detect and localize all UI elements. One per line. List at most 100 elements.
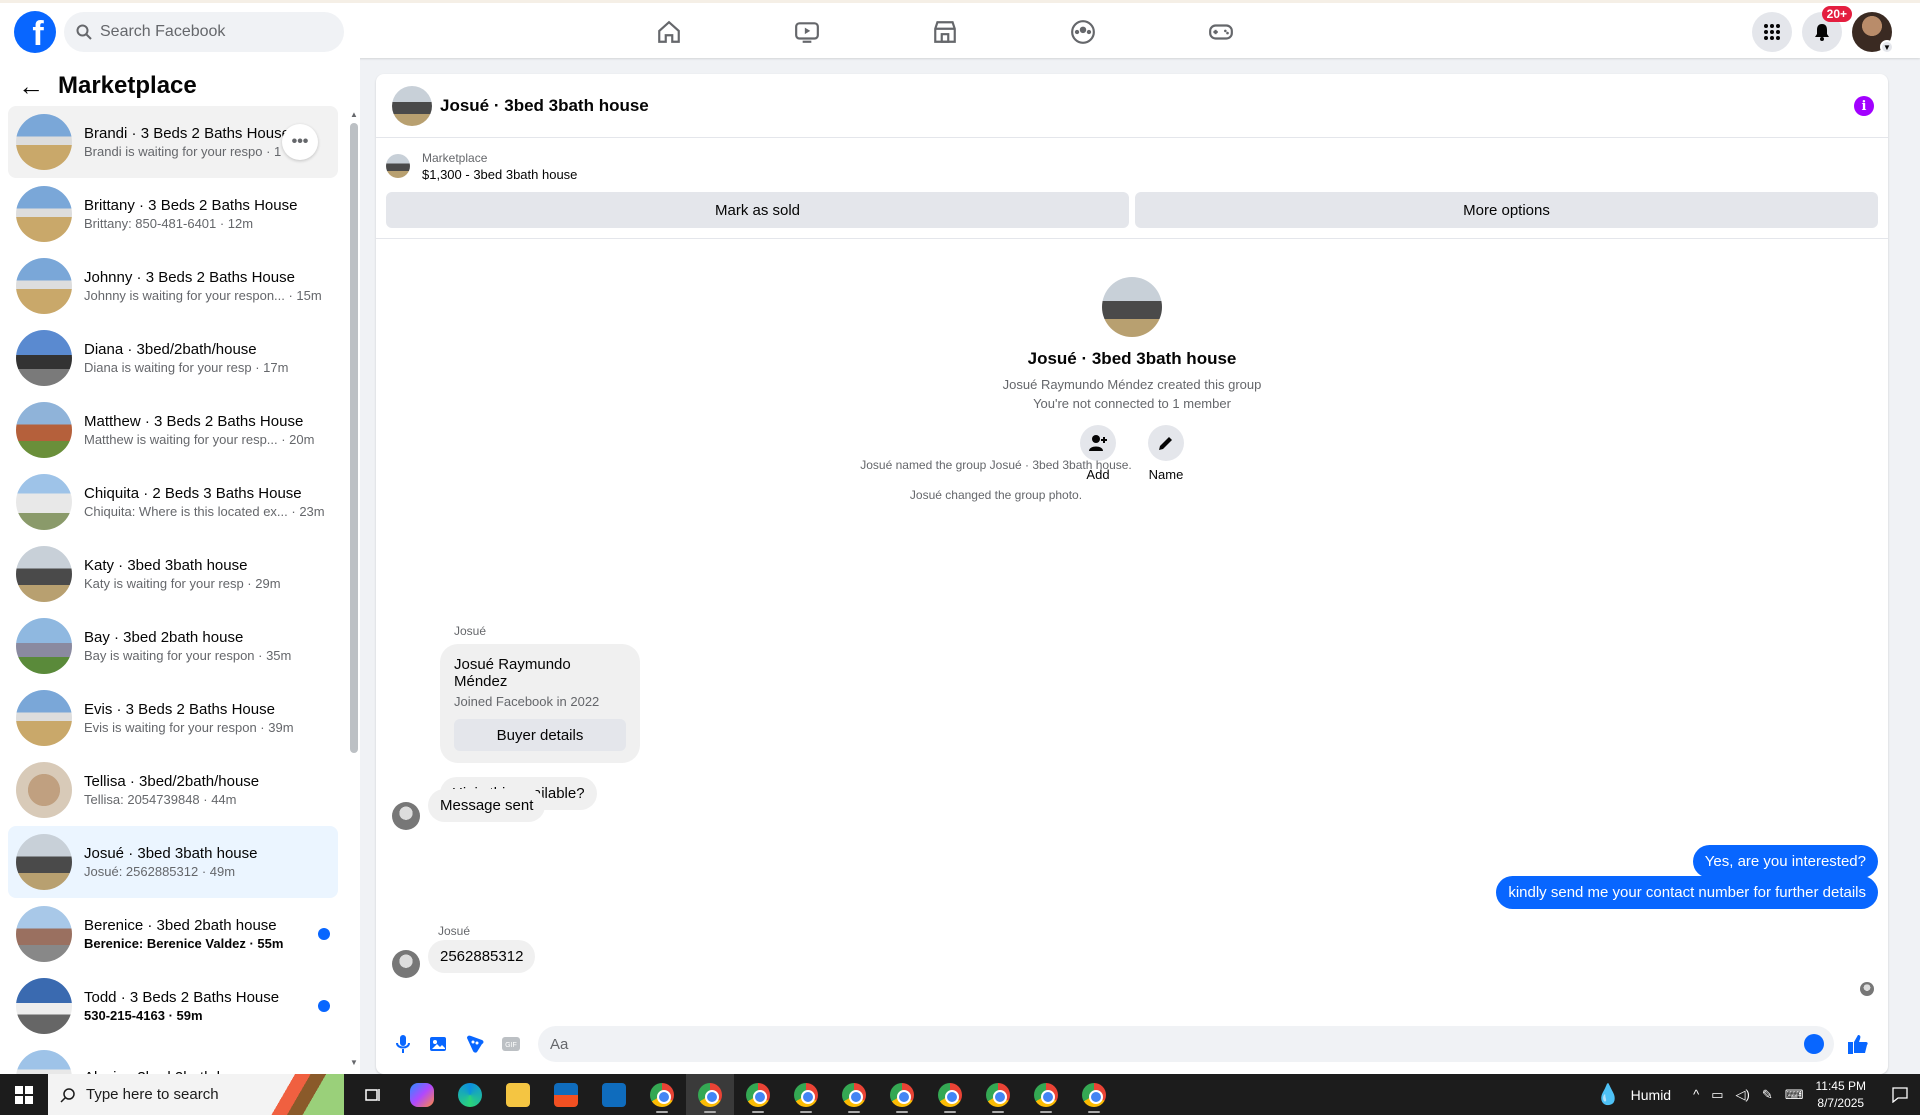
conversation-item[interactable]: Berenice · 3bed 2bath house Berenice: Ber… — [8, 898, 338, 970]
photo-button[interactable] — [426, 1031, 452, 1057]
gif-icon: GIF — [502, 1037, 520, 1051]
conversation-item[interactable]: Katy · 3bed 3bath house Katy is waiting f… — [8, 538, 338, 610]
conversation-title: Berenice · 3bed 2bath house — [84, 917, 277, 934]
taskbar-app-chrome[interactable] — [782, 1074, 830, 1115]
taskbar-app-chrome[interactable] — [926, 1074, 974, 1115]
video-icon — [795, 22, 819, 43]
nav-gaming[interactable] — [1152, 3, 1290, 61]
facebook-logo[interactable]: f — [14, 11, 56, 53]
back-arrow-icon[interactable]: ← — [18, 71, 44, 102]
info-icon[interactable]: i — [1854, 96, 1874, 116]
message-input[interactable]: Aa — [538, 1026, 1834, 1062]
chat-avatar[interactable] — [392, 85, 432, 126]
volume-icon[interactable]: ◁) — [1736, 1087, 1750, 1103]
svg-text:GIF: GIF — [505, 1042, 517, 1049]
conversation-preview: Katy is waiting for your resp · 29m — [84, 576, 281, 591]
conversation-preview: Chiquita: Where is this located ex... · … — [84, 504, 325, 519]
message-bubble[interactable]: 2562885312 — [428, 940, 536, 973]
gif-button[interactable]: GIF — [498, 1031, 524, 1057]
menu-button[interactable] — [1752, 12, 1792, 52]
sender-avatar[interactable] — [392, 950, 420, 978]
system-clock[interactable]: 11:45 PM 8/7/2025 — [1816, 1078, 1866, 1112]
scroll-down-icon[interactable]: ▼ — [350, 1058, 358, 1067]
name-group-button[interactable]: Name — [1148, 425, 1184, 482]
weather-widget[interactable]: 💧 Humid — [1596, 1082, 1671, 1107]
pen-icon[interactable]: ✎ — [1762, 1087, 1773, 1103]
like-button[interactable] — [1842, 1028, 1874, 1060]
outgoing-message-bubble[interactable]: Yes, are you interested? — [1692, 845, 1878, 878]
sticker-button[interactable] — [462, 1031, 488, 1057]
conversation-title: Johnny · 3 Beds 2 Baths House — [84, 269, 295, 286]
bell-icon — [1815, 24, 1829, 41]
chat-title[interactable]: Josué · 3bed 3bath house — [440, 96, 649, 116]
conversation-item[interactable]: Tellisa · 3bed/2bath/house Tellisa: 20547… — [8, 754, 338, 826]
folder-icon — [506, 1082, 530, 1107]
conversation-title: Katy · 3bed 3bath house — [84, 557, 248, 574]
emoji-icon[interactable] — [1804, 1034, 1824, 1054]
taskbar-app-chrome[interactable] — [878, 1074, 926, 1115]
conversation-item[interactable]: Bay · 3bed 2bath house Bay is waiting for… — [8, 610, 338, 682]
group-name: Josué · 3bed 3bath house — [1027, 349, 1237, 368]
taskbar-app-copilot[interactable] — [398, 1074, 446, 1115]
more-options-button[interactable]: More options — [1135, 192, 1878, 228]
chrome-icon — [746, 1082, 770, 1107]
taskbar-app-chrome[interactable] — [974, 1074, 1022, 1115]
message-bubble[interactable]: Message sent — [428, 789, 546, 822]
scrollbar-thumb[interactable] — [350, 123, 358, 753]
search-facebook-input[interactable]: Search Facebook — [64, 12, 344, 52]
sidebar-scrollbar[interactable]: ▲ ▼ — [348, 58, 360, 1074]
keyboard-icon[interactable]: ⌨ — [1785, 1087, 1804, 1103]
taskbar-app-store[interactable] — [542, 1074, 590, 1115]
conversation-item[interactable]: Brandi · 3 Beds 2 Baths House Brandi is w… — [8, 106, 338, 178]
notifications-badge: 20+ — [1821, 6, 1852, 22]
nav-home[interactable] — [600, 3, 738, 61]
taskbar-app-chrome[interactable] — [686, 1074, 734, 1115]
task-view-button[interactable] — [350, 1074, 398, 1115]
chrome-icon — [650, 1082, 674, 1107]
sender-avatar[interactable] — [392, 802, 420, 830]
conversation-item[interactable]: Chiquita · 2 Beds 3 Baths House Chiquita:… — [8, 466, 338, 538]
buyer-details-button[interactable]: Buyer details — [454, 719, 626, 751]
outlook-icon — [602, 1082, 626, 1107]
taskbar-app-edge[interactable] — [446, 1074, 494, 1115]
more-options-icon[interactable]: ••• — [282, 124, 318, 160]
nav-groups[interactable] — [1014, 3, 1152, 61]
listing-value[interactable]: $1,300 - 3bed 3bath house — [422, 167, 577, 182]
taskbar-app-outlook[interactable] — [590, 1074, 638, 1115]
conversation-item[interactable]: Josué · 3bed 3bath house Josué: 256288531… — [8, 826, 338, 898]
marketplace-sidebar: ← Marketplace Brandi · 3 Beds 2 Baths Ho… — [0, 58, 360, 1106]
nav-video[interactable] — [738, 3, 876, 61]
notifications-button[interactable]: 20+ — [1802, 6, 1852, 52]
taskbar-search[interactable]: Type here to search — [48, 1074, 344, 1115]
add-person-icon — [1089, 435, 1107, 451]
listing-thumbnail — [16, 186, 72, 242]
chevron-up-icon[interactable]: ^ — [1693, 1087, 1699, 1103]
mic-button[interactable] — [390, 1031, 416, 1057]
conversation-title: Brittany · 3 Beds 2 Baths House — [84, 197, 298, 214]
unread-dot — [318, 1000, 330, 1012]
taskbar-app-chrome[interactable] — [1022, 1074, 1070, 1115]
nav-marketplace[interactable] — [876, 3, 1014, 61]
taskbar-app-chrome[interactable] — [830, 1074, 878, 1115]
listing-thumbnail[interactable] — [386, 154, 410, 178]
copilot-icon — [410, 1082, 434, 1107]
taskbar-app-chrome[interactable] — [638, 1074, 686, 1115]
taskbar-app-explorer[interactable] — [494, 1074, 542, 1115]
conversation-item[interactable]: Brittany · 3 Beds 2 Baths House Brittany:… — [8, 178, 338, 250]
conversation-item[interactable]: Johnny · 3 Beds 2 Baths House Johnny is w… — [8, 250, 338, 322]
conversation-item[interactable]: Todd · 3 Beds 2 Baths House 530-215-4163 … — [8, 970, 338, 1042]
taskbar-app-chrome[interactable] — [1070, 1074, 1118, 1115]
conversation-item[interactable]: Diana · 3bed/2bath/house Diana is waiting… — [8, 322, 338, 394]
start-button[interactable] — [0, 1074, 48, 1115]
taskbar-app-chrome[interactable] — [734, 1074, 782, 1115]
notification-center-button[interactable] — [1880, 1086, 1920, 1103]
mark-as-sold-button[interactable]: Mark as sold — [386, 192, 1129, 228]
conversation-item[interactable]: Evis · 3 Beds 2 Baths House Evis is waiti… — [8, 682, 338, 754]
conversation-item[interactable]: Matthew · 3 Beds 2 Baths House Matthew is… — [8, 394, 338, 466]
listing-thumbnail — [16, 906, 72, 962]
network-icon[interactable]: ▭ — [1711, 1087, 1723, 1103]
add-member-button[interactable]: Add — [1080, 425, 1116, 482]
scroll-up-icon[interactable]: ▲ — [350, 110, 358, 119]
account-avatar[interactable]: ▼ — [1852, 12, 1894, 54]
outgoing-message-bubble[interactable]: kindly send me your contact number for f… — [1496, 876, 1878, 909]
